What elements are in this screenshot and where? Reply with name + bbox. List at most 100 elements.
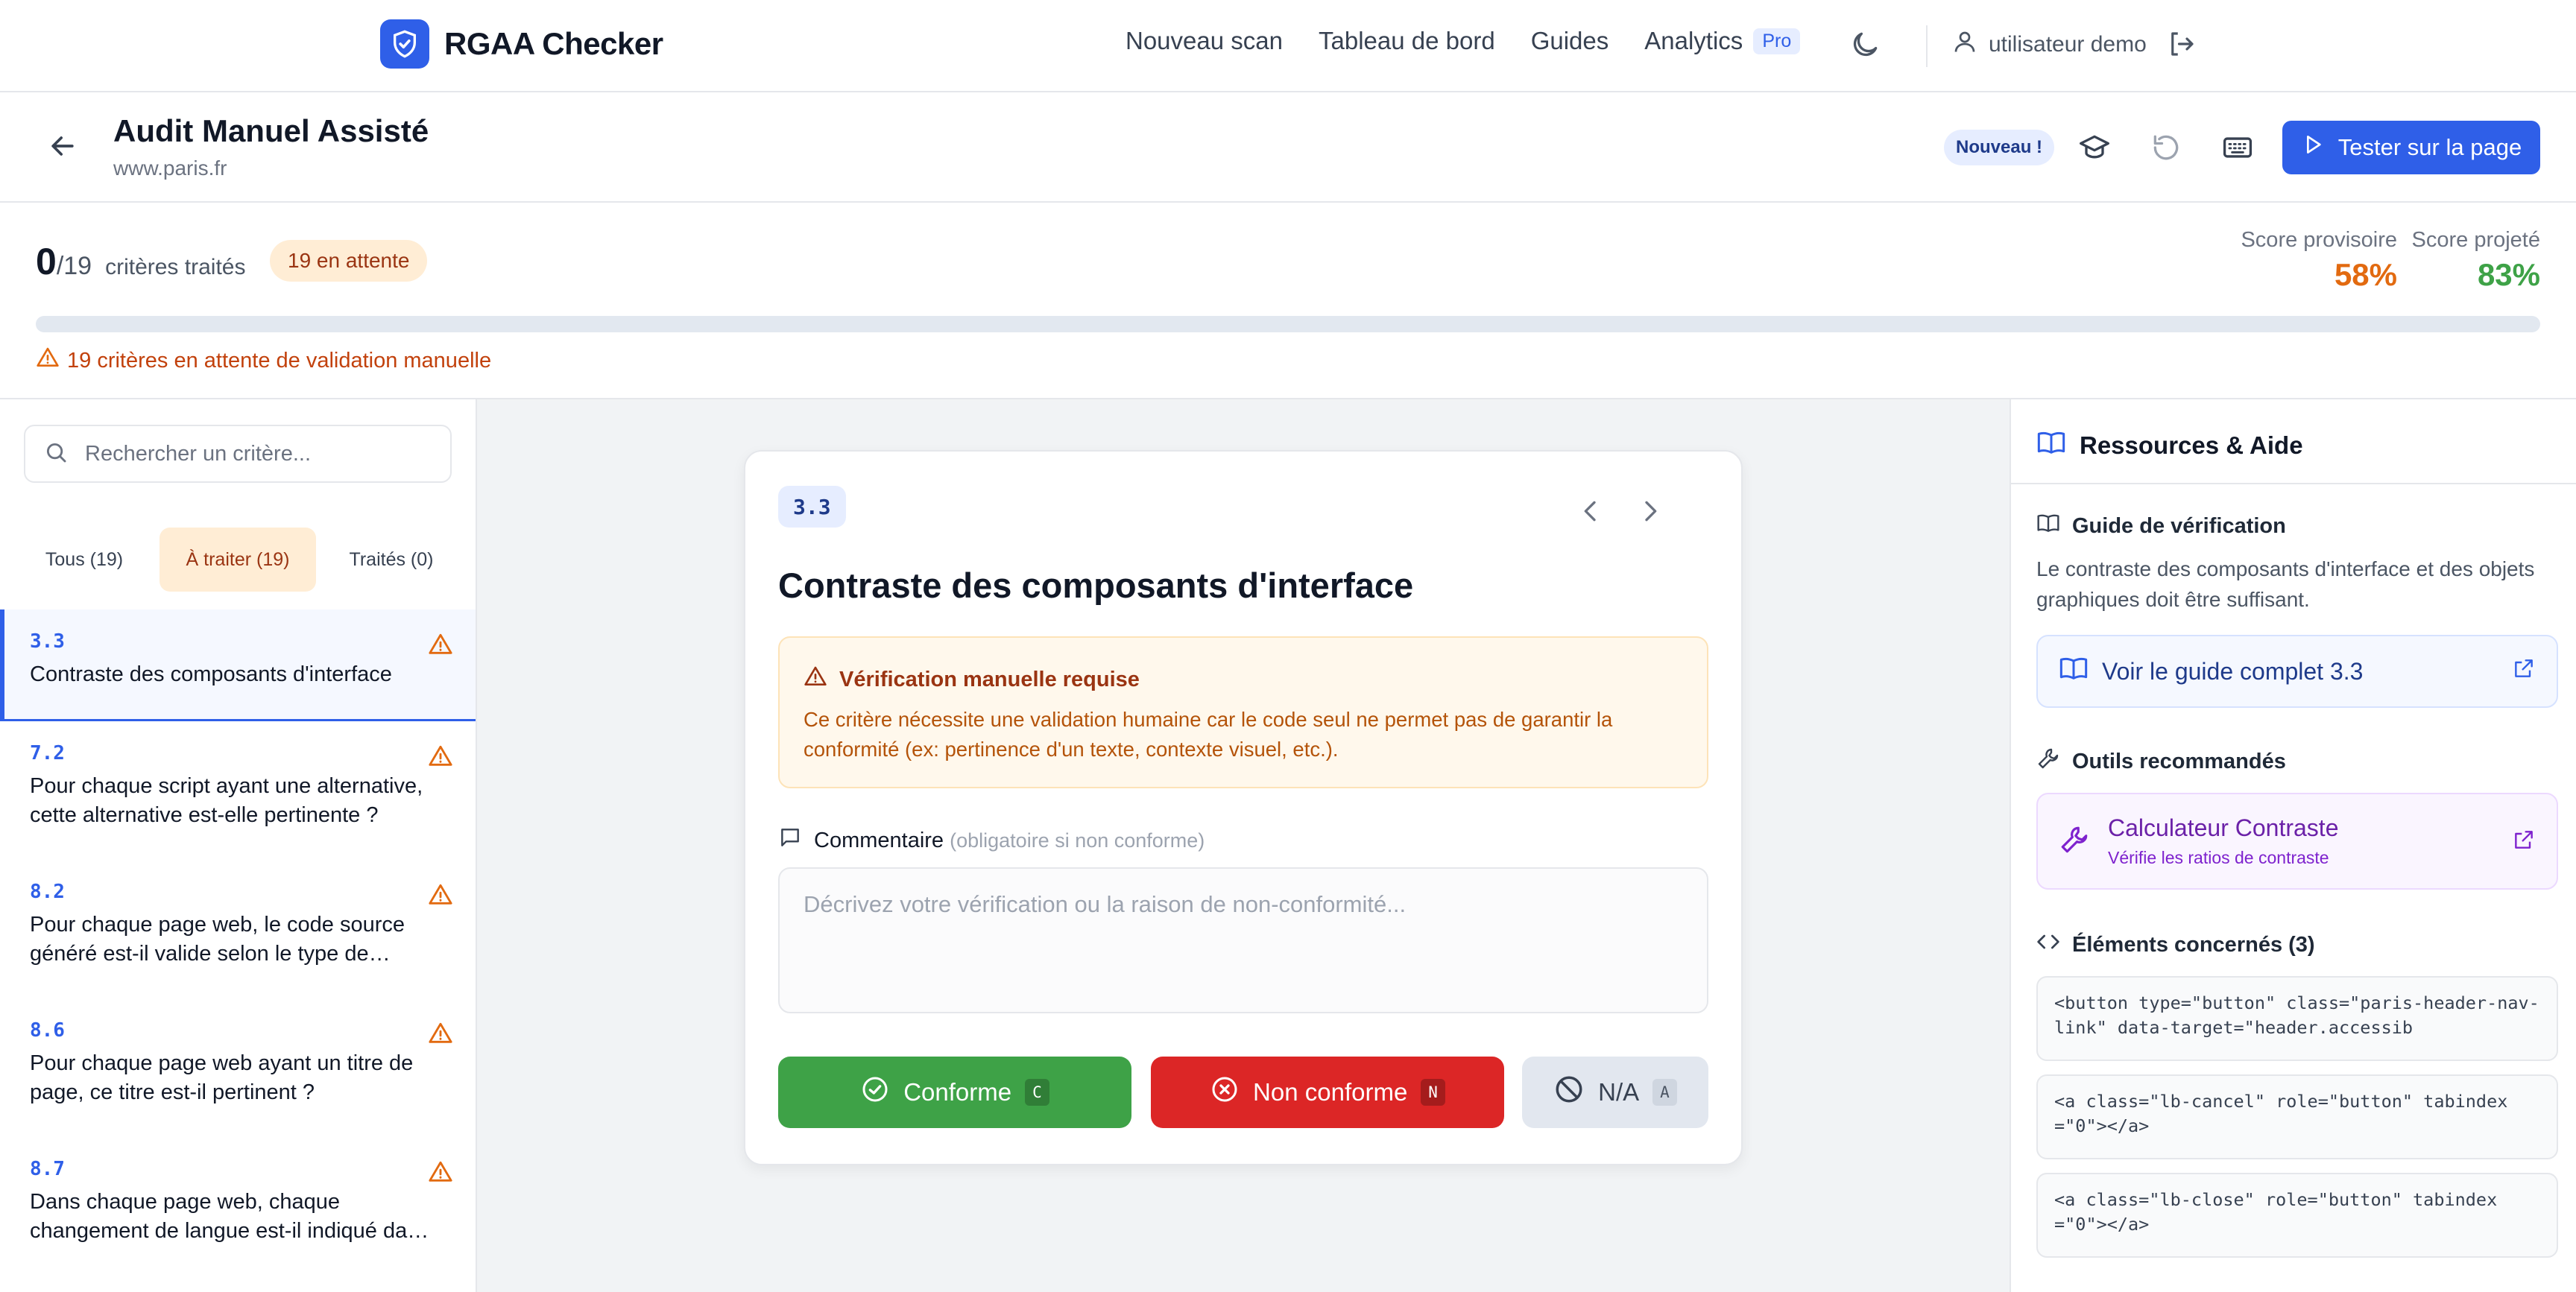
- criterion-number: 8.2: [30, 881, 65, 903]
- code-snippet[interactable]: <button type="button" class="paris-heade…: [2036, 976, 2558, 1061]
- nav-analytics[interactable]: Analytics Pro: [1644, 27, 1801, 55]
- list-item[interactable]: 8.2 Pour chaque page web, le code source…: [0, 860, 476, 998]
- tools-title: Outils recommandés: [2072, 749, 2286, 773]
- resources-panel: Ressources & Aide Guide de vérification …: [2010, 399, 2576, 1292]
- nav-new-scan[interactable]: Nouveau scan: [1126, 27, 1283, 55]
- test-button-label: Tester sur la page: [2337, 134, 2522, 160]
- resources-title: Ressources & Aide: [2080, 431, 2303, 459]
- search-input[interactable]: [85, 441, 435, 466]
- full-guide-link[interactable]: Voir le guide complet 3.3: [2036, 635, 2558, 708]
- not-applicable-label: N/A: [1598, 1078, 1640, 1106]
- tab-all[interactable]: Tous (19): [24, 528, 145, 592]
- non-conform-button[interactable]: Non conforme N: [1151, 1057, 1504, 1128]
- check-circle-icon: [860, 1074, 890, 1110]
- alert-title: Vérification manuelle requise: [839, 667, 1140, 691]
- divider: [2011, 483, 2576, 484]
- shortcut-key: A: [1652, 1079, 1677, 1106]
- list-item[interactable]: 8.7 Dans chaque page web, chaque changem…: [0, 1137, 476, 1276]
- tab-processed[interactable]: Traités (0): [331, 528, 452, 592]
- moon-icon[interactable]: [1849, 28, 1881, 65]
- comment-hint: (obligatoire si non conforme): [950, 829, 1205, 852]
- full-guide-label: Voir le guide complet 3.3: [2102, 657, 2364, 685]
- comment-icon: [778, 826, 802, 855]
- criteria-list: 3.3 Contraste des composants d'interface…: [0, 609, 476, 1276]
- code-icon: [2036, 930, 2060, 960]
- non-conform-label: Non conforme: [1253, 1078, 1408, 1106]
- logout-icon[interactable]: [2166, 28, 2197, 63]
- score-provisional-value: 58%: [2334, 257, 2397, 292]
- user-menu[interactable]: utilisateur demo: [1951, 28, 2147, 61]
- criterion-title: Contraste des composants d'interface: [30, 662, 392, 686]
- reset-icon[interactable]: [2150, 131, 2182, 168]
- treated-total: /19: [56, 252, 92, 280]
- nav-analytics-label: Analytics: [1644, 27, 1743, 54]
- criterion-number: 8.6: [30, 1019, 65, 1042]
- filter-tabs: Tous (19) À traiter (19) Traités (0): [24, 528, 452, 592]
- treated-label: critères traités: [105, 255, 246, 279]
- criterion-card: 3.3 Contraste des composants d'interface…: [744, 450, 1743, 1165]
- nav-guides[interactable]: Guides: [1531, 27, 1609, 55]
- criterion-title: Pour chaque page web, le code source gén…: [30, 913, 405, 966]
- score-projected-value: 83%: [2477, 257, 2540, 292]
- list-item[interactable]: 3.3 Contraste des composants d'interface: [0, 609, 476, 721]
- book-icon: [2059, 653, 2089, 689]
- chevron-right-icon[interactable]: [1635, 496, 1665, 530]
- brand[interactable]: RGAA Checker: [380, 19, 663, 69]
- criterion-number: 3.3: [30, 630, 65, 653]
- score-provisional-label: Score provisoire: [2241, 228, 2397, 252]
- pro-badge: Pro: [1753, 28, 1801, 54]
- audit-url: www.paris.fr: [113, 156, 227, 180]
- criterion-title: Dans chaque page web, chaque changement …: [30, 1190, 430, 1244]
- checkmark-shield-icon: [380, 19, 429, 69]
- list-item[interactable]: 8.6 Pour chaque page web ayant un titre …: [0, 998, 476, 1137]
- score-projected: Score projeté 83%: [2412, 228, 2541, 293]
- warning-icon: [428, 1159, 453, 1188]
- manual-check-alert: Vérification manuelle requise Ce critère…: [778, 636, 1708, 788]
- tool-description: Vérifie les ratios de contraste: [2108, 848, 2329, 867]
- tab-to-process[interactable]: À traiter (19): [160, 528, 316, 592]
- warning-icon: [428, 744, 453, 773]
- treated-count: 0 /19 critères traités: [36, 240, 245, 283]
- new-badge: Nouveau !: [1944, 130, 2055, 165]
- warning-icon: [428, 1021, 453, 1050]
- chevron-left-icon[interactable]: [1576, 496, 1606, 530]
- book-open-icon: [2036, 511, 2060, 541]
- list-item[interactable]: 7.2 Pour chaque script ayant une alterna…: [0, 721, 476, 860]
- contrast-calculator-link[interactable]: Calculateur Contraste Vérifie les ratios…: [2036, 793, 2558, 890]
- comment-textarea[interactable]: [778, 867, 1708, 1013]
- user-icon: [1951, 28, 1978, 61]
- resources-header: Ressources & Aide: [2036, 428, 2303, 463]
- code-snippet[interactable]: <a class="lb-cancel" role="button" tabin…: [2036, 1074, 2558, 1159]
- pending-warning-text: 19 critères en attente de validation man…: [67, 348, 492, 373]
- score-projected-label: Score projeté: [2411, 228, 2541, 252]
- criteria-sidebar: Tous (19) À traiter (19) Traités (0) 3.3…: [0, 399, 477, 1292]
- warning-icon: [36, 346, 60, 376]
- conform-button[interactable]: Conforme C: [778, 1057, 1131, 1128]
- not-applicable-button[interactable]: N/A A: [1522, 1057, 1708, 1128]
- test-on-page-button[interactable]: Tester sur la page: [2282, 121, 2540, 174]
- search-box[interactable]: [24, 425, 452, 483]
- alert-header: Vérification manuelle requise: [804, 665, 1683, 694]
- user-name: utilisateur demo: [1989, 32, 2147, 57]
- external-link-icon: [2512, 656, 2536, 686]
- external-link-icon: [2512, 828, 2536, 855]
- nav-dashboard[interactable]: Tableau de bord: [1319, 27, 1495, 55]
- criterion-id-badge: 3.3: [778, 486, 846, 528]
- brand-name: RGAA Checker: [444, 26, 663, 61]
- guide-title: Guide de vérification: [2072, 513, 2286, 538]
- graduation-cap-icon[interactable]: [2078, 131, 2111, 168]
- book-icon: [2036, 428, 2066, 463]
- alert-text: Ce critère nécessite une validation huma…: [804, 708, 1613, 761]
- main-nav: Nouveau scan Tableau de bord Guides Anal…: [1126, 27, 1801, 55]
- tools-section-title: Outils recommandés: [2036, 747, 2286, 776]
- keyboard-icon[interactable]: [2221, 131, 2254, 168]
- search-icon: [43, 440, 69, 469]
- back-arrow-icon[interactable]: [46, 130, 79, 166]
- comment-label-text: Commentaire: [814, 828, 944, 852]
- criterion-title: Pour chaque page web ayant un titre de p…: [30, 1051, 414, 1105]
- progress-bar: [36, 316, 2540, 332]
- ban-icon: [1553, 1074, 1585, 1111]
- code-snippet[interactable]: <a class="lb-close" role="button" tabind…: [2036, 1173, 2558, 1258]
- criterion-title: Contraste des composants d'interface: [778, 566, 1414, 605]
- guide-section-title: Guide de vérification: [2036, 511, 2286, 541]
